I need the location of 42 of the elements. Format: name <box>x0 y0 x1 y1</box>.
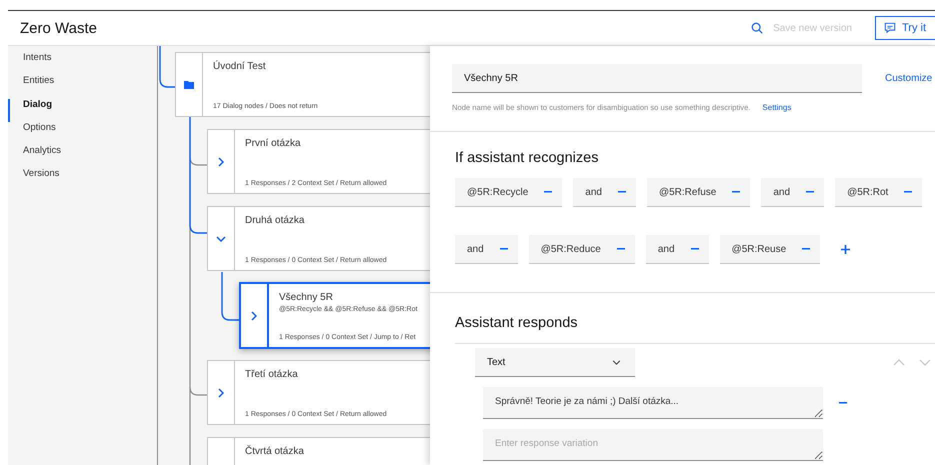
node-title: První otázka <box>245 138 302 149</box>
folder-icon <box>184 80 194 88</box>
sidebar-item[interactable]: Intents <box>8 52 157 76</box>
add-icon[interactable] <box>841 245 850 254</box>
customize-link[interactable]: Customize <box>885 73 932 84</box>
connector-line <box>159 46 175 88</box>
condition-chip[interactable]: and <box>761 178 824 207</box>
settings-link[interactable]: Settings <box>762 103 792 112</box>
condition-chip[interactable]: and <box>455 235 518 264</box>
node-name-field[interactable]: Všechny 5R <box>452 64 862 93</box>
sidebar-item[interactable]: Analytics <box>8 145 157 168</box>
condition-chip[interactable]: @5R:Reduce <box>528 235 635 264</box>
node-title: Druhá otázka <box>245 215 306 226</box>
try-it-button[interactable]: Try it <box>875 16 935 40</box>
search-icon[interactable] <box>751 22 764 34</box>
chevron-right-icon[interactable] <box>218 156 224 166</box>
section-heading: If assistant recognizes <box>455 150 600 166</box>
node-title: Všechny 5R <box>279 292 334 303</box>
sidebar-item[interactable]: Entities <box>8 75 157 99</box>
section-heading: Assistant responds <box>455 315 579 331</box>
response-field[interactable]: Správně! Teorie je za námi ;) Další otázka... <box>483 387 823 419</box>
sidebar-item[interactable]: Versions <box>8 168 157 192</box>
condition-chip[interactable]: @5R:Reuse <box>720 235 820 264</box>
connector-line <box>221 272 239 321</box>
chevron-down-icon[interactable] <box>216 236 226 242</box>
chevron-right-icon[interactable] <box>251 310 257 320</box>
response-type-dropdown[interactable]: Text <box>475 348 635 377</box>
condition-chip[interactable]: @5R:Refuse <box>646 178 750 207</box>
condition-chip[interactable]: @5R:Rot <box>835 178 922 207</box>
condition-chip[interactable]: and <box>646 235 709 264</box>
node-title: Třetí otázka <box>245 369 299 380</box>
response-field[interactable]: Enter response variation <box>483 429 823 461</box>
caret-icon <box>612 360 621 364</box>
chevron-right-icon[interactable] <box>218 388 224 398</box>
condition-chip[interactable]: and <box>573 178 636 207</box>
node-title: Úvodní Test <box>213 61 267 72</box>
sidebar-item[interactable]: Options <box>8 122 157 146</box>
chat-icon <box>884 22 896 34</box>
app-title: Zero Waste <box>20 20 97 36</box>
node-title: Čtvrtá otázka <box>245 446 305 457</box>
dialog-node[interactable]: Čtvrtá otázka <box>207 437 430 465</box>
condition-chip[interactable]: @5R:Recycle <box>455 178 562 207</box>
